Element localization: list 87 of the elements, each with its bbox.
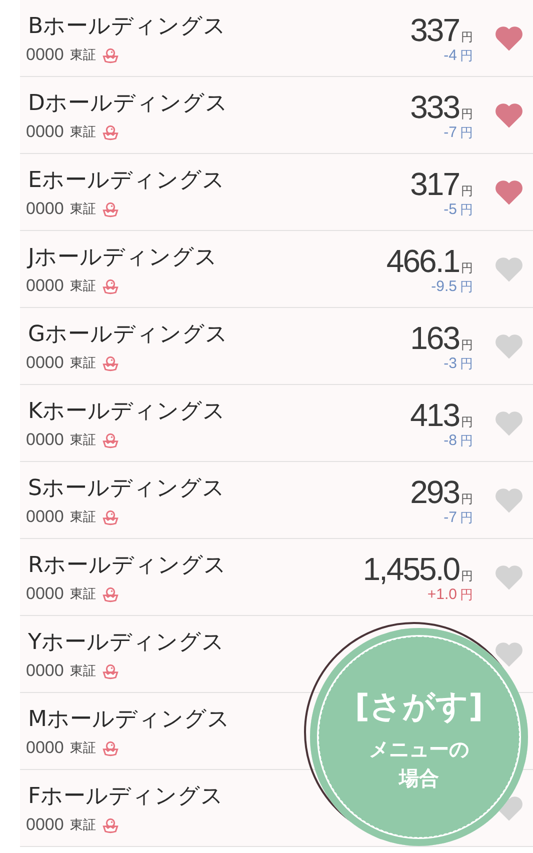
market-label: 東証: [70, 432, 96, 449]
market-label: 東証: [70, 586, 96, 603]
stock-name: Rホールディングス: [28, 552, 226, 580]
chick-icon: [102, 740, 119, 756]
price-change: -7: [444, 124, 457, 142]
chick-icon: [102, 432, 119, 448]
change-unit: 円: [460, 278, 473, 296]
price-unit: 円: [461, 336, 473, 354]
heart-icon[interactable]: [494, 410, 524, 436]
price-change: -7: [444, 508, 457, 526]
price-unit: 円: [461, 260, 473, 276]
heart-icon[interactable]: [494, 256, 524, 282]
price-unit: 円: [461, 414, 473, 430]
heart-icon[interactable]: [494, 332, 524, 360]
heart-icon[interactable]: [494, 486, 524, 514]
stock-name: Mホールディングス: [28, 706, 230, 734]
stock-code: 0000: [26, 353, 64, 373]
heart-icon[interactable]: [494, 178, 524, 206]
stock-code: 0000: [26, 815, 64, 835]
stock-code: 0000: [26, 584, 64, 604]
change-unit: 円: [460, 354, 473, 372]
change-unit: 円: [460, 124, 473, 142]
heart-icon[interactable]: [494, 640, 524, 668]
stock-price: 317: [410, 166, 459, 202]
market-label: 東証: [70, 740, 96, 757]
chick-icon: [102, 46, 119, 64]
market-label: 東証: [70, 663, 96, 680]
price-change: -9.5: [431, 278, 457, 296]
stock-code: 0000: [26, 45, 64, 65]
stock-price: 1,455.0: [362, 550, 459, 588]
stock-price: 293: [410, 474, 459, 510]
heart-icon[interactable]: [494, 24, 524, 52]
price-unit: 円: [461, 490, 473, 508]
chick-icon: [102, 200, 119, 218]
stock-code: 0000: [26, 199, 64, 219]
price-unit: 円: [461, 568, 473, 584]
stock-name: Eホールディングス: [28, 167, 225, 195]
stock-price: 466.1: [386, 242, 459, 280]
stock-name: Fホールディングス: [28, 783, 224, 811]
badge-title: [さがす]: [354, 686, 484, 727]
market-label: 東証: [70, 278, 96, 295]
chick-icon: [102, 124, 119, 140]
price-unit: 円: [461, 28, 473, 46]
badge-subtitle: メニューの場合: [368, 736, 470, 792]
price-unit: 円: [461, 106, 473, 122]
change-unit: 円: [460, 46, 473, 64]
market-label: 東証: [70, 355, 96, 372]
stock-code: 0000: [26, 507, 64, 527]
stock-code: 0000: [26, 276, 64, 296]
chick-icon: [102, 662, 119, 680]
chick-icon: [102, 508, 119, 526]
chick-icon: [102, 278, 119, 294]
change-unit: 円: [460, 586, 473, 604]
chick-icon: [102, 816, 119, 834]
market-label: 東証: [70, 124, 96, 141]
chick-icon: [102, 354, 119, 372]
heart-icon[interactable]: [494, 564, 524, 590]
chick-icon: [102, 586, 119, 602]
heart-icon[interactable]: [494, 102, 524, 128]
stock-name: Bホールディングス: [28, 13, 226, 41]
stock-price: 333: [410, 88, 459, 126]
stock-name: Gホールディングス: [28, 321, 228, 349]
stock-code: 0000: [26, 738, 64, 758]
market-label: 東証: [70, 47, 96, 64]
change-unit: 円: [460, 432, 473, 450]
stock-name: Sホールディングス: [28, 475, 225, 503]
market-label: 東証: [70, 817, 96, 834]
stock-code: 0000: [26, 122, 64, 142]
price-change: -8: [444, 432, 457, 450]
change-unit: 円: [460, 508, 473, 526]
price-change: -3: [444, 354, 457, 372]
stock-code: 0000: [26, 430, 64, 450]
stock-code: 0000: [26, 661, 64, 681]
price-change: -4: [444, 46, 457, 64]
stock-price: 337: [410, 12, 459, 48]
market-label: 東証: [70, 509, 96, 526]
change-unit: 円: [460, 200, 473, 218]
stock-name: Yホールディングス: [28, 629, 224, 657]
price-unit: 円: [461, 182, 473, 200]
stock-name: Jホールディングス: [28, 244, 218, 272]
stock-name: Dホールディングス: [28, 90, 228, 118]
stock-name: Kホールディングス: [28, 398, 226, 426]
price-change: +1.0: [427, 586, 457, 604]
market-label: 東証: [70, 201, 96, 218]
stock-price: 163: [410, 320, 459, 356]
price-change: -5: [444, 200, 457, 218]
stock-price: 413: [410, 396, 459, 434]
